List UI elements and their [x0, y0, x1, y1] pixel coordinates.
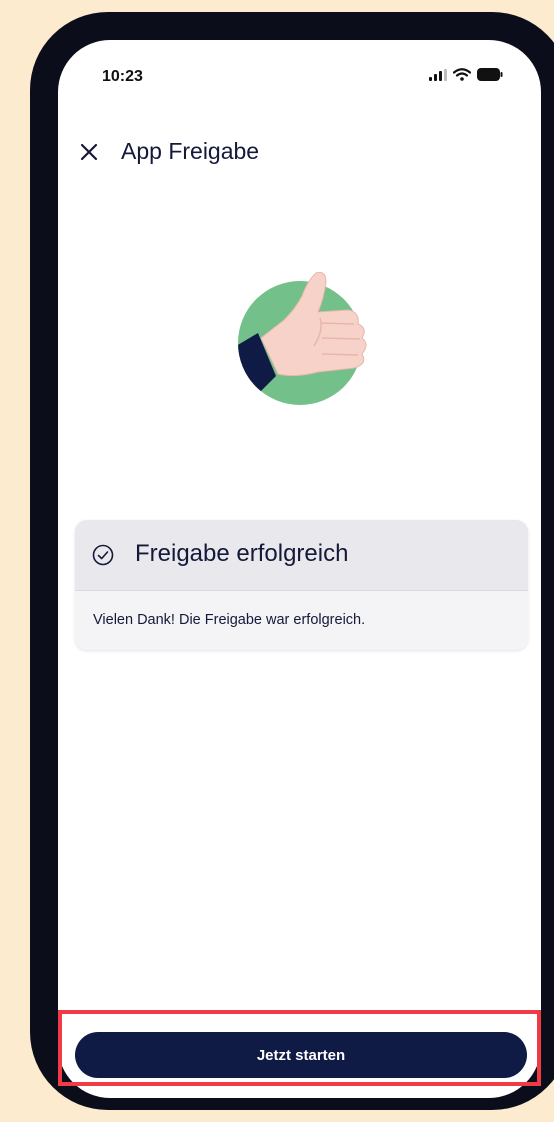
success-card-header: Freigabe erfolgreich: [75, 520, 528, 591]
app-screen: 10:23 App Freigabe Freigabe erfolgreich …: [58, 40, 541, 1098]
page-title: App Freigabe: [121, 138, 260, 164]
status-time: 10:23: [102, 68, 143, 85]
close-icon[interactable]: [78, 141, 100, 163]
success-card: Freigabe erfolgreich Vielen Dank! Die Fr…: [75, 520, 528, 650]
success-title: Freigabe erfolgreich: [135, 540, 349, 567]
status-bar: 10:23: [58, 40, 541, 120]
status-icons: [429, 68, 503, 81]
start-button[interactable]: Jetzt starten: [75, 1032, 527, 1078]
wifi-icon: [453, 68, 471, 81]
check-circle-icon: [92, 544, 114, 566]
battery-icon: [477, 68, 503, 81]
thumbs-up-illustration: [238, 271, 367, 405]
signal-icon: [429, 68, 447, 81]
success-message: Vielen Dank! Die Freigabe war erfolgreic…: [93, 612, 366, 628]
app-header: App Freigabe: [58, 132, 541, 172]
